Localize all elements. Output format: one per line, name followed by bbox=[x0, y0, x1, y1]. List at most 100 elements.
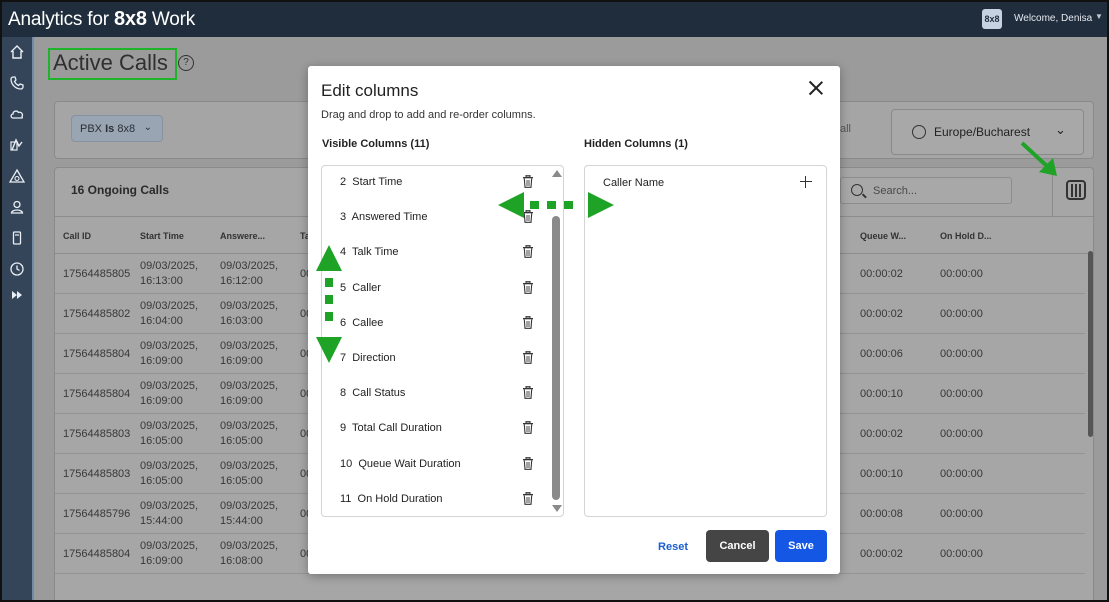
trash-icon[interactable] bbox=[522, 491, 534, 505]
cell-text: 09/03/2025, bbox=[220, 420, 279, 432]
cell-text: 09/03/2025, bbox=[140, 260, 199, 272]
cell-text: 09/03/2025, bbox=[140, 300, 199, 312]
visible-column-item[interactable]: 7 Direction bbox=[340, 352, 396, 364]
visible-column-item[interactable]: 4 Talk Time bbox=[340, 246, 399, 258]
table-cell: 00:00:02 bbox=[860, 427, 903, 442]
user-icon[interactable] bbox=[9, 199, 25, 215]
cell-text: 16:05:00 bbox=[220, 435, 263, 447]
save-button[interactable]: Save bbox=[775, 530, 827, 562]
clock-icon bbox=[912, 125, 926, 139]
trash-icon[interactable] bbox=[522, 421, 534, 435]
phone-icon[interactable] bbox=[9, 75, 25, 91]
table-cell: 00:00:02 bbox=[860, 547, 903, 562]
cell-text: 16:03:00 bbox=[220, 315, 263, 327]
trash-icon[interactable] bbox=[522, 280, 534, 294]
filter-label: PBX bbox=[80, 123, 103, 135]
reset-button[interactable]: Reset bbox=[645, 531, 701, 562]
timezone-select[interactable]: Europe/Bucharest ⌄ bbox=[891, 109, 1084, 155]
cell-text: 09/03/2025, bbox=[220, 260, 279, 272]
cell-text: 00:00:10 bbox=[860, 468, 903, 480]
cancel-button[interactable]: Cancel bbox=[706, 530, 769, 562]
table-scrollbar[interactable] bbox=[1088, 251, 1093, 437]
cell-text: 09/03/2025, bbox=[220, 380, 279, 392]
chevron-down-icon[interactable]: ▼ bbox=[1095, 12, 1103, 21]
table-cell: 00:00:00 bbox=[940, 547, 983, 562]
help-icon[interactable]: ? bbox=[178, 55, 194, 71]
visible-column-item[interactable]: 10 Queue Wait Duration bbox=[340, 458, 461, 470]
close-icon[interactable] bbox=[808, 80, 824, 96]
table-cell: 09/03/2025, 16:09:00 bbox=[140, 379, 198, 409]
trash-icon[interactable] bbox=[522, 175, 534, 188]
scroll-down-icon[interactable] bbox=[552, 505, 562, 512]
cell-text: 00:00:02 bbox=[860, 548, 903, 560]
welcome-text[interactable]: Welcome, Denisa bbox=[1014, 13, 1092, 24]
visible-column-item[interactable]: 2 Start Time bbox=[340, 176, 402, 188]
table-cell: 17564485803 bbox=[63, 467, 130, 482]
visible-column-item[interactable]: 5 Caller bbox=[340, 282, 381, 294]
search-input[interactable]: Search... bbox=[840, 177, 1012, 204]
cell-text: 09/03/2025, bbox=[220, 540, 279, 552]
visible-column-item[interactable]: 6 Callee bbox=[340, 317, 383, 329]
expand-icon[interactable] bbox=[9, 287, 25, 303]
app-title: Analytics for 8x8 Work bbox=[8, 8, 195, 31]
history-icon[interactable] bbox=[9, 261, 25, 277]
cell-text: 00:00:00 bbox=[940, 548, 983, 560]
column-header[interactable]: On Hold D... bbox=[940, 231, 992, 241]
route-icon[interactable] bbox=[9, 137, 25, 153]
alert-icon[interactable] bbox=[9, 168, 25, 184]
trash-icon[interactable] bbox=[522, 245, 534, 259]
visible-column-item[interactable]: 3 Answered Time bbox=[340, 211, 427, 223]
table-cell: 00:00:00 bbox=[940, 387, 983, 402]
table-cell: 09/03/2025, 16:09:00 bbox=[140, 539, 198, 569]
cell-text: 09/03/2025, bbox=[140, 540, 199, 552]
visible-columns-list: 2 Start Time 3 Answered Time 4 Talk Time 5 … bbox=[321, 165, 564, 517]
trash-icon[interactable] bbox=[522, 386, 534, 400]
visible-columns-heading: Visible Columns (11) bbox=[322, 138, 430, 150]
device-icon[interactable] bbox=[9, 230, 25, 246]
cloud-phone-icon[interactable] bbox=[9, 106, 25, 122]
edit-columns-button[interactable] bbox=[1052, 168, 1094, 216]
visible-column-item[interactable]: 8 Call Status bbox=[340, 387, 405, 399]
table-cell: 00:00:00 bbox=[940, 267, 983, 282]
cell-text: 17564485803 bbox=[63, 428, 131, 440]
avatar[interactable]: 8x8 bbox=[982, 9, 1002, 29]
table-cell: 17564485803 bbox=[63, 427, 130, 442]
table-cell: 00:00:00 bbox=[940, 467, 983, 482]
scroll-thumb[interactable] bbox=[552, 216, 560, 500]
home-icon[interactable] bbox=[9, 44, 25, 60]
cell-text: 09/03/2025, bbox=[140, 380, 199, 392]
cell-text: 17564485804 bbox=[63, 348, 131, 360]
column-header[interactable]: Start Time bbox=[140, 231, 184, 241]
table-cell: 09/03/2025, 16:13:00 bbox=[140, 259, 198, 289]
cell-text: 00:00:02 bbox=[860, 308, 903, 320]
table-cell: 17564485796 bbox=[63, 507, 130, 522]
cell-text: 17564485804 bbox=[63, 548, 131, 560]
table-cell: 09/03/2025, 16:05:00 bbox=[140, 459, 198, 489]
visible-column-item[interactable]: 11 On Hold Duration bbox=[340, 493, 443, 505]
table-cell: 17564485804 bbox=[63, 387, 130, 402]
column-header[interactable]: Answere... bbox=[220, 231, 265, 241]
cell-text: 16:05:00 bbox=[220, 475, 263, 487]
filter-value: 8x8 bbox=[117, 123, 136, 135]
list-scrollbar[interactable] bbox=[550, 168, 562, 514]
column-header[interactable]: Call ID bbox=[63, 231, 91, 241]
cell-text: 00:00:00 bbox=[940, 348, 983, 360]
cell-text: 00:00:00 bbox=[940, 468, 983, 480]
cell-text: 17564485804 bbox=[63, 388, 131, 400]
visible-column-item[interactable]: 9 Total Call Duration bbox=[340, 422, 442, 434]
cell-text: 00:00:02 bbox=[860, 268, 903, 280]
hidden-column-item[interactable]: Caller Name bbox=[603, 177, 664, 189]
column-header[interactable]: Queue W... bbox=[860, 231, 906, 241]
add-icon[interactable] bbox=[800, 176, 812, 188]
table-cell: 00:00:00 bbox=[940, 427, 983, 442]
table-cell: 00:00:06 bbox=[860, 347, 903, 362]
table-cell: 09/03/2025, 16:03:00 bbox=[220, 299, 278, 329]
trash-icon[interactable] bbox=[522, 351, 534, 364]
scroll-up-icon[interactable] bbox=[552, 170, 562, 177]
cell-text: 09/03/2025, bbox=[140, 500, 199, 512]
cell-text: 09/03/2025, bbox=[220, 500, 279, 512]
trash-icon[interactable] bbox=[522, 456, 534, 470]
trash-icon[interactable] bbox=[522, 315, 534, 329]
trash-icon[interactable] bbox=[522, 210, 534, 224]
pbx-filter-chip[interactable]: PBX Is 8x8 ⌄ bbox=[71, 115, 163, 142]
